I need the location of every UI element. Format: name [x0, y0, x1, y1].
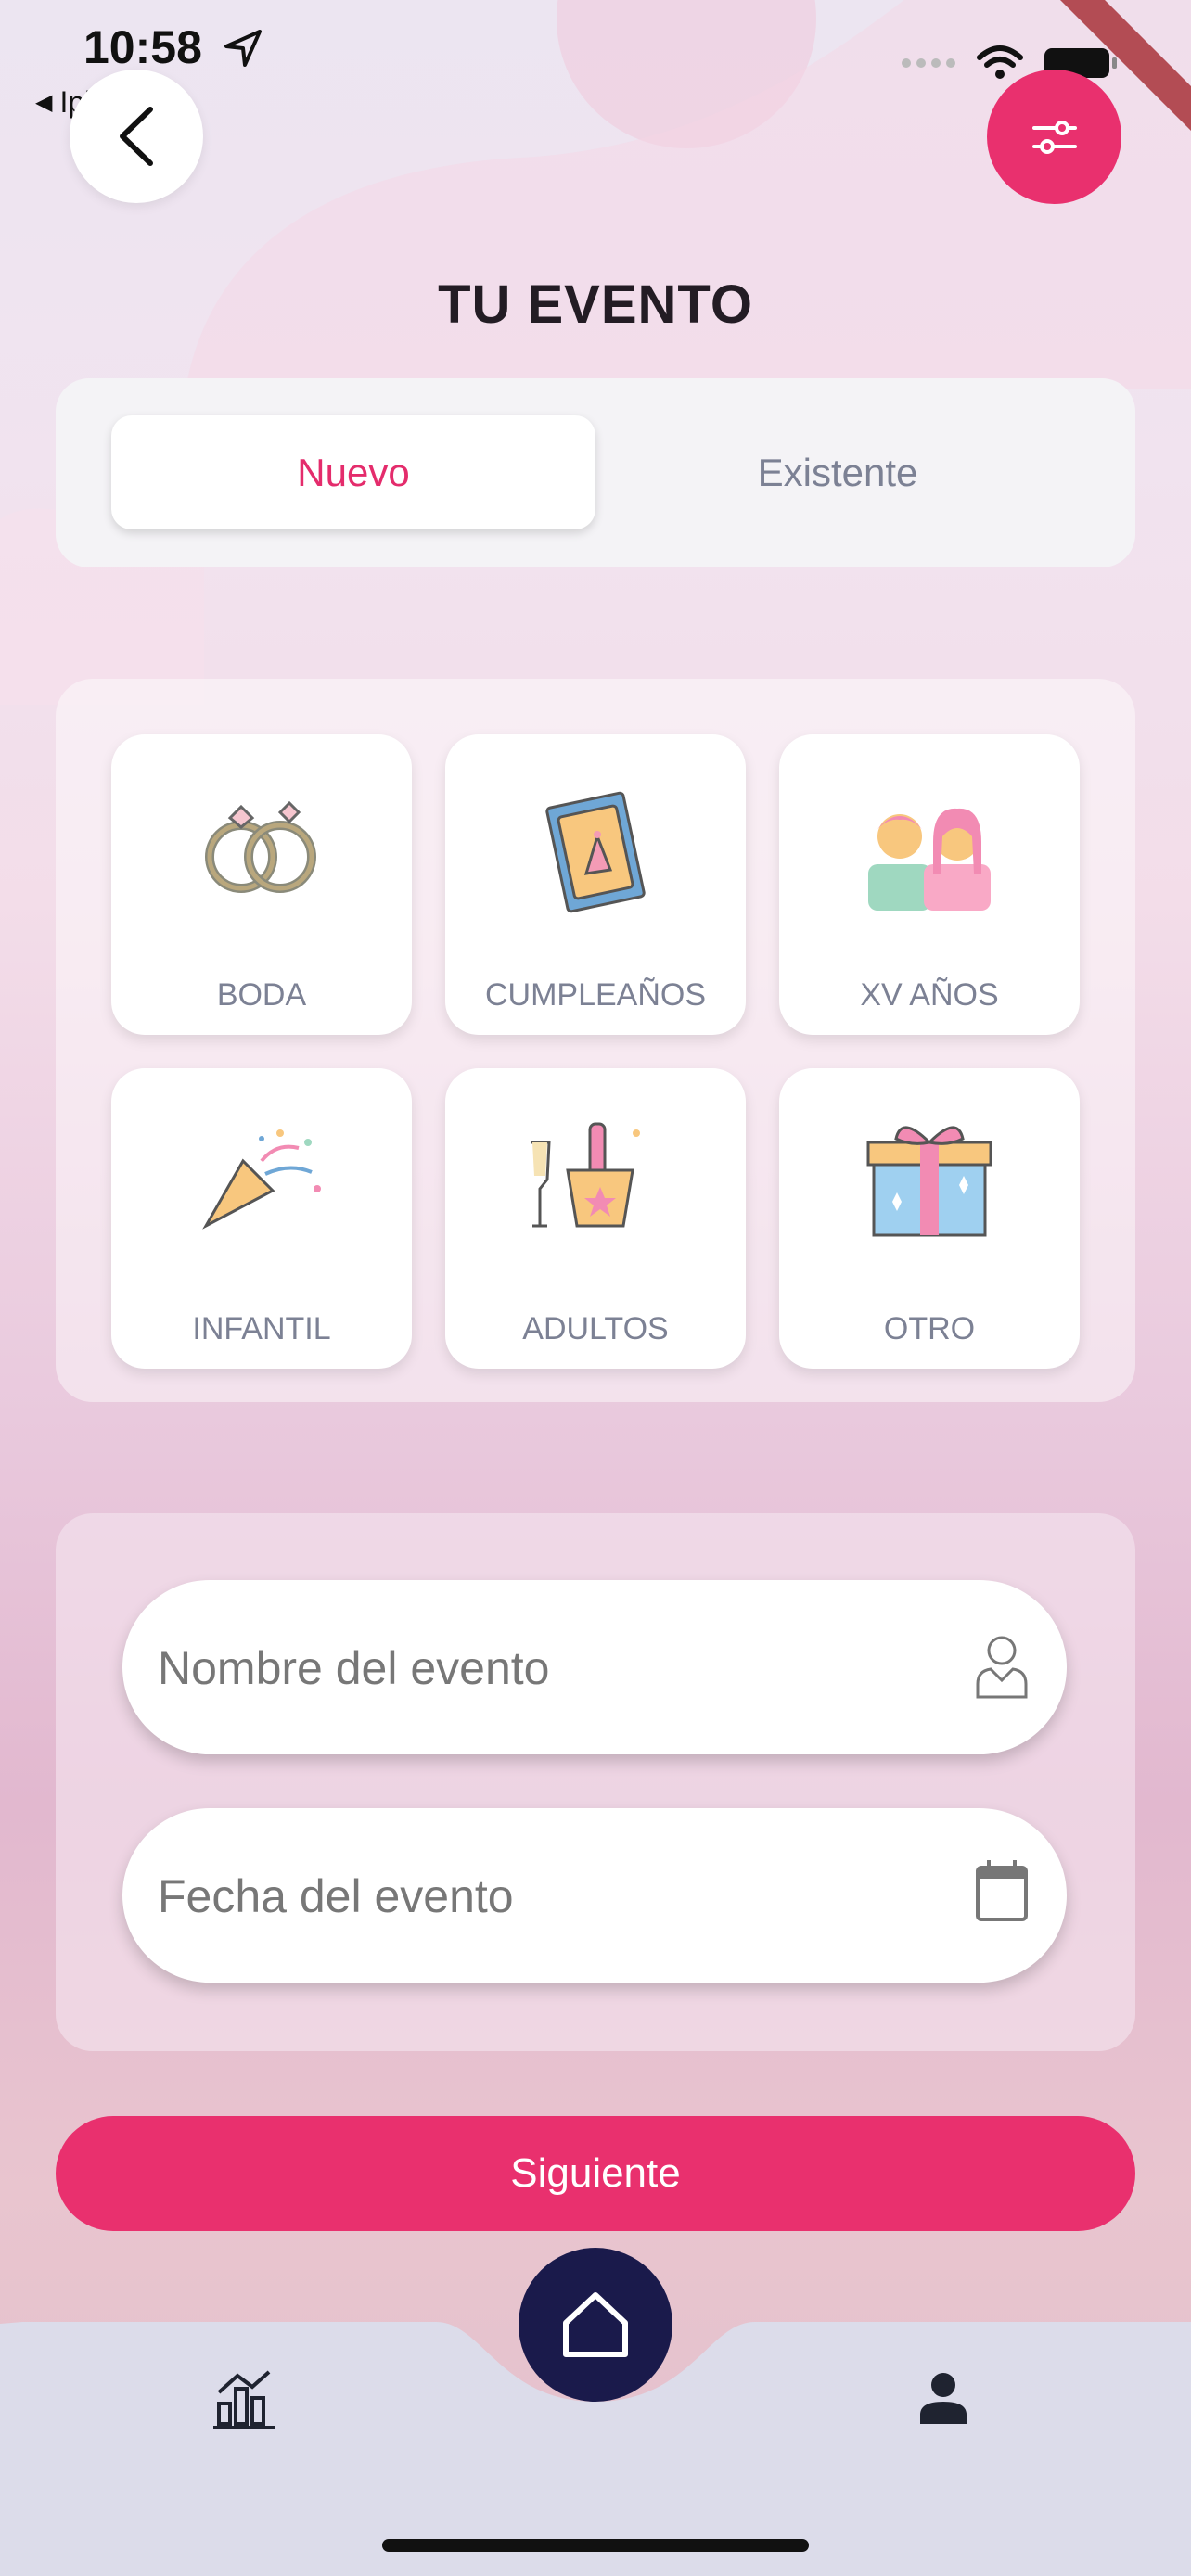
event-name-input[interactable]	[156, 1580, 957, 1756]
rings-icon	[205, 800, 316, 893]
event-type-label: ADULTOS	[522, 1311, 669, 1346]
tab-nuevo[interactable]: Nuevo	[111, 415, 596, 529]
birthday-card-icon	[545, 791, 646, 913]
event-type-cumpleanos[interactable]: CUMPLEAÑOS	[445, 734, 746, 1035]
tab-existente[interactable]: Existente	[596, 415, 1080, 529]
home-icon	[563, 2292, 628, 2357]
event-form	[56, 1513, 1135, 2051]
champagne-bucket-icon	[531, 1122, 640, 1228]
home-button[interactable]	[519, 2248, 672, 2402]
triangle-left-icon: ◀	[35, 90, 53, 115]
event-type-infantil[interactable]: INFANTIL	[111, 1068, 412, 1369]
event-type-boda[interactable]: BODA	[111, 734, 412, 1035]
party-popper-icon	[202, 1129, 321, 1230]
event-type-otro[interactable]: OTRO	[779, 1068, 1080, 1369]
event-date-field	[122, 1808, 1067, 1984]
event-type-xv-anos[interactable]: XV AÑOS	[779, 734, 1080, 1035]
event-date-input[interactable]	[156, 1808, 957, 1984]
event-type-label: INFANTIL	[192, 1311, 331, 1346]
sliders-icon	[1031, 120, 1077, 154]
event-type-panel: BODA CUMPLEAÑOS XV AÑOS INFANTIL ADULTOS…	[56, 679, 1135, 1402]
filter-button[interactable]	[987, 70, 1121, 204]
profile-icon[interactable]	[918, 2372, 968, 2424]
event-name-field	[122, 1580, 1067, 1756]
event-type-label: OTRO	[883, 1311, 976, 1346]
user-icon	[976, 1636, 1028, 1699]
event-type-label: CUMPLEAÑOS	[484, 977, 707, 1013]
event-type-adultos[interactable]: ADULTOS	[445, 1068, 746, 1369]
calendar-icon	[976, 1860, 1028, 1921]
event-type-label: BODA	[216, 977, 307, 1013]
stats-icon[interactable]	[211, 2366, 276, 2429]
page-title: TU EVENTO	[438, 274, 753, 335]
next-button[interactable]: Siguiente	[56, 2116, 1135, 2231]
gift-box-icon	[866, 1126, 992, 1237]
signal-icon	[902, 58, 955, 68]
status-time: 10:58	[83, 21, 202, 73]
event-type-label: XV AÑOS	[860, 977, 999, 1013]
wifi-icon	[977, 45, 1023, 79]
home-indicator	[382, 2539, 809, 2552]
event-mode-segment: Nuevo Existente	[56, 378, 1135, 567]
location-arrow-icon	[224, 30, 262, 67]
couple-icon	[868, 808, 991, 911]
back-button[interactable]	[70, 70, 203, 203]
chevron-left-icon	[120, 107, 153, 166]
